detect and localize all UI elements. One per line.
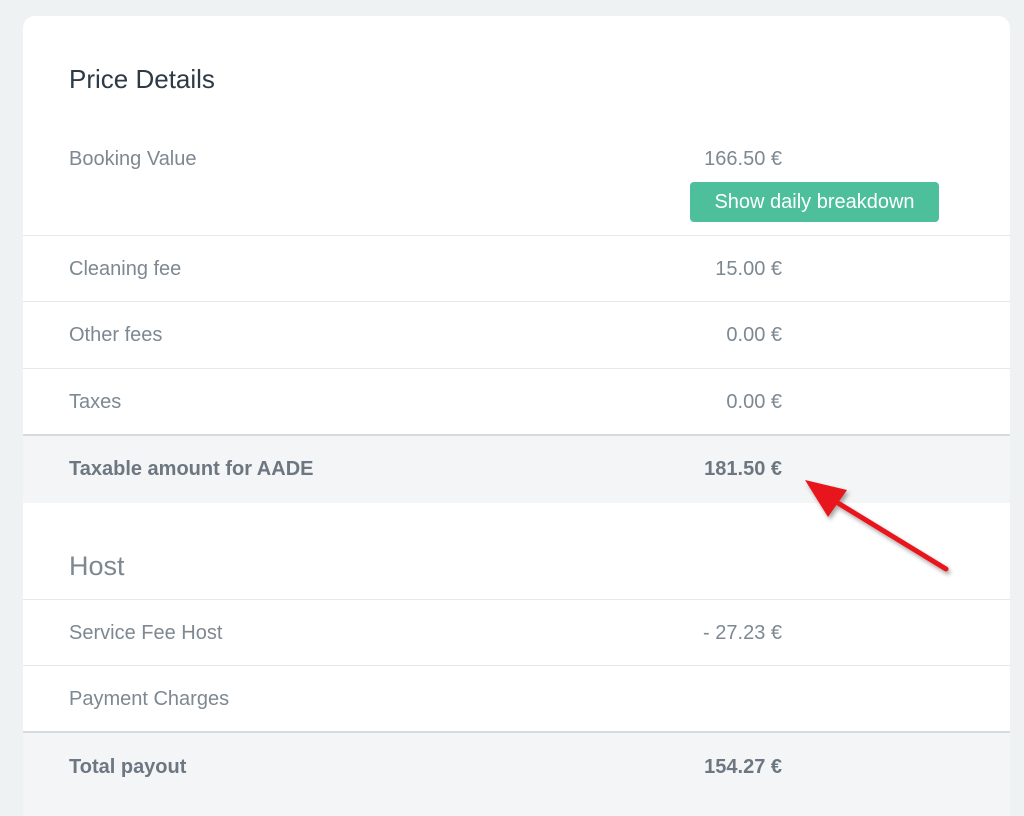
price-details-title: Price Details	[69, 64, 215, 94]
booking-value-label: Booking Value	[69, 148, 197, 170]
taxable-amount-row: Taxable amount for AADE 181.50 €	[23, 434, 1010, 503]
cleaning-fee-amount: 15.00 €	[715, 258, 782, 280]
cleaning-fee-row: Cleaning fee 15.00 €	[23, 235, 1010, 302]
taxes-row: Taxes 0.00 €	[23, 368, 1010, 435]
total-payout-amount: 154.27 €	[704, 756, 782, 778]
show-daily-breakdown-button[interactable]: Show daily breakdown	[690, 182, 939, 222]
taxable-amount-label: Taxable amount for AADE	[69, 458, 314, 480]
booking-value-amount: 166.50 €	[704, 148, 782, 170]
other-fees-amount: 0.00 €	[726, 324, 782, 346]
service-fee-host-label: Service Fee Host	[69, 622, 223, 644]
payment-charges-row: Payment Charges	[23, 665, 1010, 732]
payment-charges-label: Payment Charges	[69, 688, 230, 710]
other-fees-row: Other fees 0.00 €	[23, 301, 1010, 369]
service-fee-host-row: Service Fee Host - 27.23 €	[23, 599, 1010, 666]
taxes-label: Taxes	[69, 391, 122, 413]
taxable-amount-value: 181.50 €	[704, 458, 782, 480]
cleaning-fee-label: Cleaning fee	[69, 258, 182, 280]
service-fee-host-amount: - 27.23 €	[703, 622, 782, 644]
taxes-amount: 0.00 €	[726, 391, 782, 413]
other-fees-label: Other fees	[69, 324, 163, 346]
host-section-title: Host	[69, 551, 125, 581]
total-payout-label: Total payout	[69, 756, 187, 778]
total-payout-row: Total payout 154.27 €	[23, 731, 1010, 816]
price-details-card: Price Details Booking Value 166.50 € Sho…	[23, 16, 1010, 816]
